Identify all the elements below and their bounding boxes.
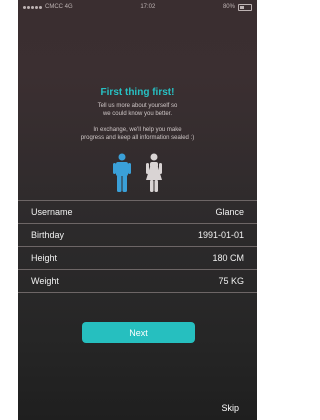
- weight-row[interactable]: Weight 75 KG: [18, 269, 257, 293]
- page-title: First thing first!: [100, 87, 175, 98]
- intro-text: Tell us more about yourself so we could …: [18, 102, 257, 142]
- next-button[interactable]: Next: [82, 322, 195, 343]
- battery-percent: 80%: [222, 4, 235, 10]
- height-value[interactable]: 180 CM: [212, 253, 244, 263]
- status-bar: CMCC 4G 17:02 80%: [18, 0, 257, 14]
- male-icon[interactable]: [112, 153, 131, 193]
- carrier-label: CMCC 4G: [45, 4, 73, 10]
- intro-line-1: Tell us more about yourself so: [97, 103, 178, 109]
- profile-form: Username Glance Birthday 1991-01-01 Heig…: [18, 200, 257, 293]
- status-time: 17:02: [140, 4, 156, 10]
- weight-value[interactable]: 75 KG: [218, 276, 244, 286]
- birthday-value[interactable]: 1991-01-01: [198, 230, 244, 240]
- weight-label: Weight: [31, 276, 59, 286]
- intro-line-2: we could know you better.: [102, 111, 173, 117]
- female-icon[interactable]: [145, 153, 163, 193]
- birthday-label: Birthday: [31, 230, 65, 240]
- battery-icon: [237, 3, 252, 11]
- skip-button[interactable]: Skip: [221, 403, 239, 413]
- username-row[interactable]: Username Glance: [18, 200, 257, 223]
- height-label: Height: [31, 253, 58, 263]
- phone-screen: CMCC 4G 17:02 80% First thing first! Tel…: [18, 0, 257, 420]
- username-label: Username: [31, 207, 73, 217]
- intro-line-4: progress and keep all information sealed…: [80, 135, 195, 141]
- gender-selector: [18, 153, 257, 193]
- username-value[interactable]: Glance: [215, 207, 244, 217]
- signal-icon: [23, 5, 42, 9]
- height-row[interactable]: Height 180 CM: [18, 246, 257, 269]
- birthday-row[interactable]: Birthday 1991-01-01: [18, 223, 257, 246]
- intro-line-3: In exchange, we'll help you make: [93, 127, 182, 133]
